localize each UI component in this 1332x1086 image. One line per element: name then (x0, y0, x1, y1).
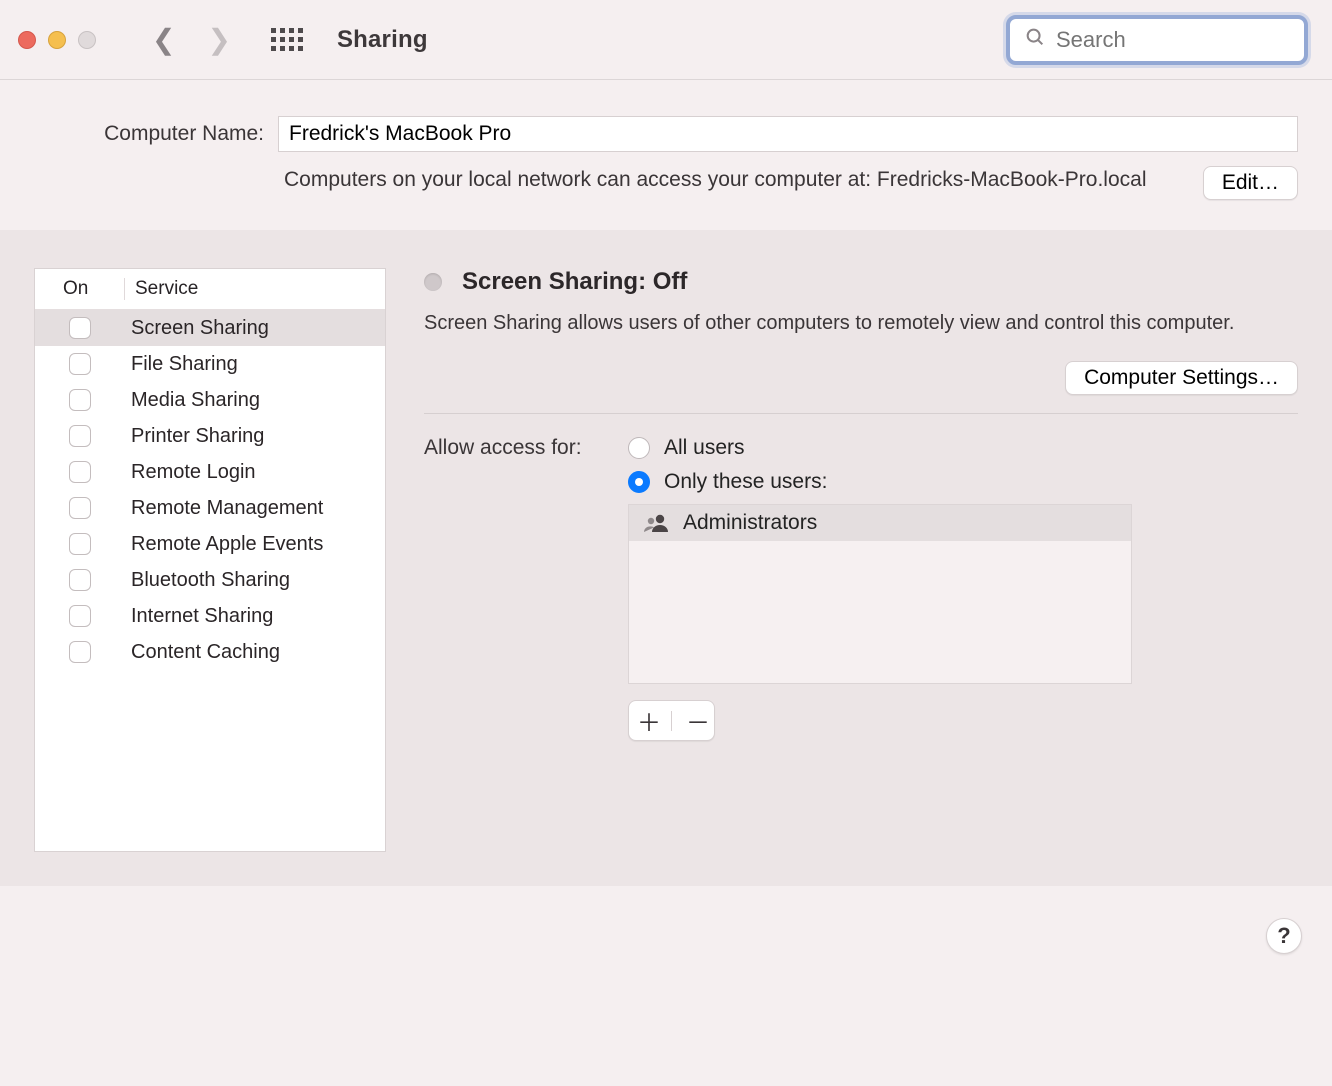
service-label: Bluetooth Sharing (125, 569, 385, 592)
computer-settings-button[interactable]: Computer Settings… (1065, 361, 1298, 395)
user-list-item[interactable]: Administrators (629, 505, 1131, 541)
service-checkbox[interactable] (69, 497, 91, 519)
service-row[interactable]: Printer Sharing (35, 418, 385, 454)
search-field[interactable] (1006, 15, 1308, 65)
footer: ? (0, 886, 1332, 986)
service-checkbox[interactable] (69, 461, 91, 483)
service-checkbox[interactable] (69, 425, 91, 447)
window-title: Sharing (337, 26, 428, 54)
access-radio-group: All users Only these users: (628, 436, 1298, 741)
radio-all-users[interactable] (628, 437, 650, 459)
add-user-button[interactable]: ＋ (637, 703, 657, 738)
status-indicator-icon (424, 273, 442, 291)
service-checkbox[interactable] (69, 317, 91, 339)
add-remove-users: ＋ － (628, 700, 715, 741)
service-checkbox[interactable] (69, 569, 91, 591)
service-detail: Screen Sharing: Off Screen Sharing allow… (424, 230, 1298, 852)
service-label: Remote Login (125, 461, 385, 484)
service-checkbox[interactable] (69, 533, 91, 555)
user-list-item-label: Administrators (683, 511, 817, 535)
show-all-prefs-icon[interactable] (271, 28, 303, 51)
edit-hostname-button[interactable]: Edit… (1203, 166, 1298, 200)
service-label: Screen Sharing (125, 317, 385, 340)
computer-name-subline: Computers on your local network can acce… (284, 166, 1189, 193)
service-row[interactable]: File Sharing (35, 346, 385, 382)
service-label: File Sharing (125, 353, 385, 376)
service-row[interactable]: Content Caching (35, 634, 385, 670)
separator (671, 711, 672, 731)
service-checkbox[interactable] (69, 641, 91, 663)
service-checkbox[interactable] (69, 353, 91, 375)
search-icon (1024, 26, 1046, 53)
service-row[interactable]: Bluetooth Sharing (35, 562, 385, 598)
allowed-users-list[interactable]: Administrators (628, 504, 1132, 684)
service-label: Printer Sharing (125, 425, 385, 448)
nav-arrows: ❮ ❯ (152, 26, 231, 54)
column-service: Service (125, 278, 198, 300)
minimize-window-button[interactable] (48, 31, 66, 49)
service-row[interactable]: Remote Apple Events (35, 526, 385, 562)
service-row[interactable]: Remote Management (35, 490, 385, 526)
computer-name-label: Computer Name: (34, 122, 264, 146)
services-sidebar: On Service Screen Sharing File Sharing Med… (34, 268, 386, 852)
service-status-title: Screen Sharing: Off (462, 268, 687, 296)
divider (424, 413, 1298, 414)
help-button[interactable]: ? (1266, 918, 1302, 954)
allow-access-label: Allow access for: (424, 436, 614, 460)
service-label: Remote Management (125, 497, 385, 520)
service-checkbox[interactable] (69, 605, 91, 627)
main-content: On Service Screen Sharing File Sharing Med… (0, 230, 1332, 886)
service-row[interactable]: Screen Sharing (35, 310, 385, 346)
computer-name-region: Computer Name: Computers on your local n… (0, 80, 1332, 230)
service-row[interactable]: Internet Sharing (35, 598, 385, 634)
service-checkbox[interactable] (69, 389, 91, 411)
radio-only-these-users-label: Only these users: (664, 470, 827, 494)
radio-all-users-label: All users (664, 436, 745, 460)
service-label: Remote Apple Events (125, 533, 385, 556)
service-label: Internet Sharing (125, 605, 385, 628)
service-label: Media Sharing (125, 389, 385, 412)
close-window-button[interactable] (18, 31, 36, 49)
service-label: Content Caching (125, 641, 385, 664)
services-header: On Service (35, 269, 385, 310)
sharing-preferences-window: ❮ ❯ Sharing Computer Name: Computers on … (0, 0, 1332, 986)
service-row[interactable]: Media Sharing (35, 382, 385, 418)
group-icon (643, 513, 669, 533)
back-button[interactable]: ❮ (152, 26, 175, 54)
remove-user-button[interactable]: － (686, 703, 706, 738)
search-input[interactable] (1056, 27, 1332, 53)
window-controls (18, 31, 96, 49)
forward-button[interactable]: ❯ (207, 26, 230, 54)
column-on: On (35, 278, 125, 300)
service-status-description: Screen Sharing allows users of other com… (424, 310, 1298, 337)
titlebar: ❮ ❯ Sharing (0, 0, 1332, 80)
radio-only-these-users[interactable] (628, 471, 650, 493)
service-row[interactable]: Remote Login (35, 454, 385, 490)
computer-name-input[interactable] (278, 116, 1298, 152)
zoom-window-button[interactable] (78, 31, 96, 49)
